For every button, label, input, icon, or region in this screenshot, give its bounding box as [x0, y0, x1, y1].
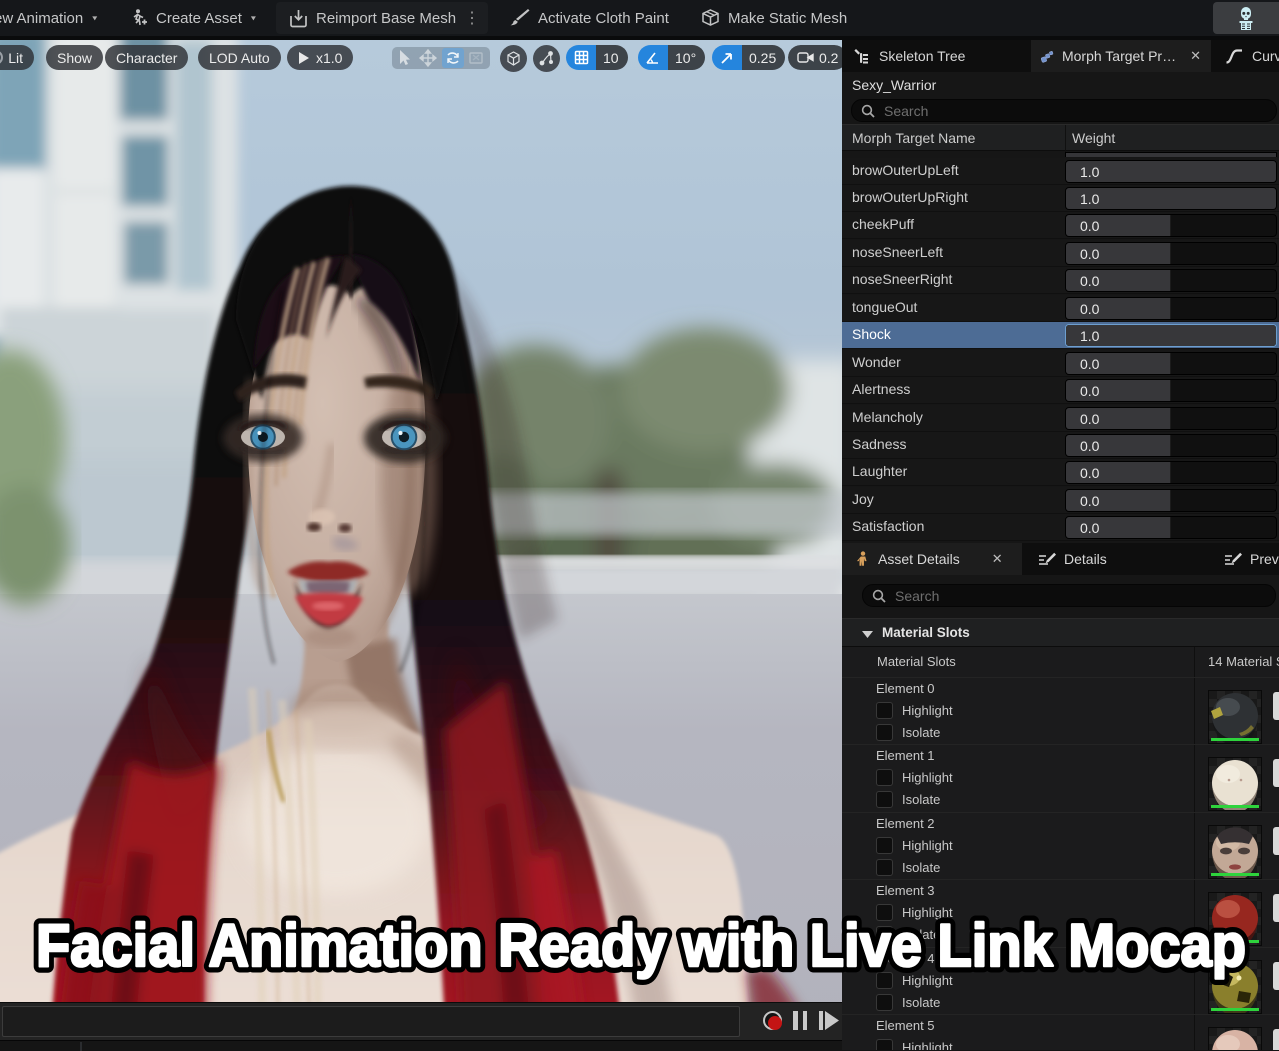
svg-text:Facial Animation Ready with Li: Facial Animation Ready with Live Link Mo… [36, 912, 1246, 979]
